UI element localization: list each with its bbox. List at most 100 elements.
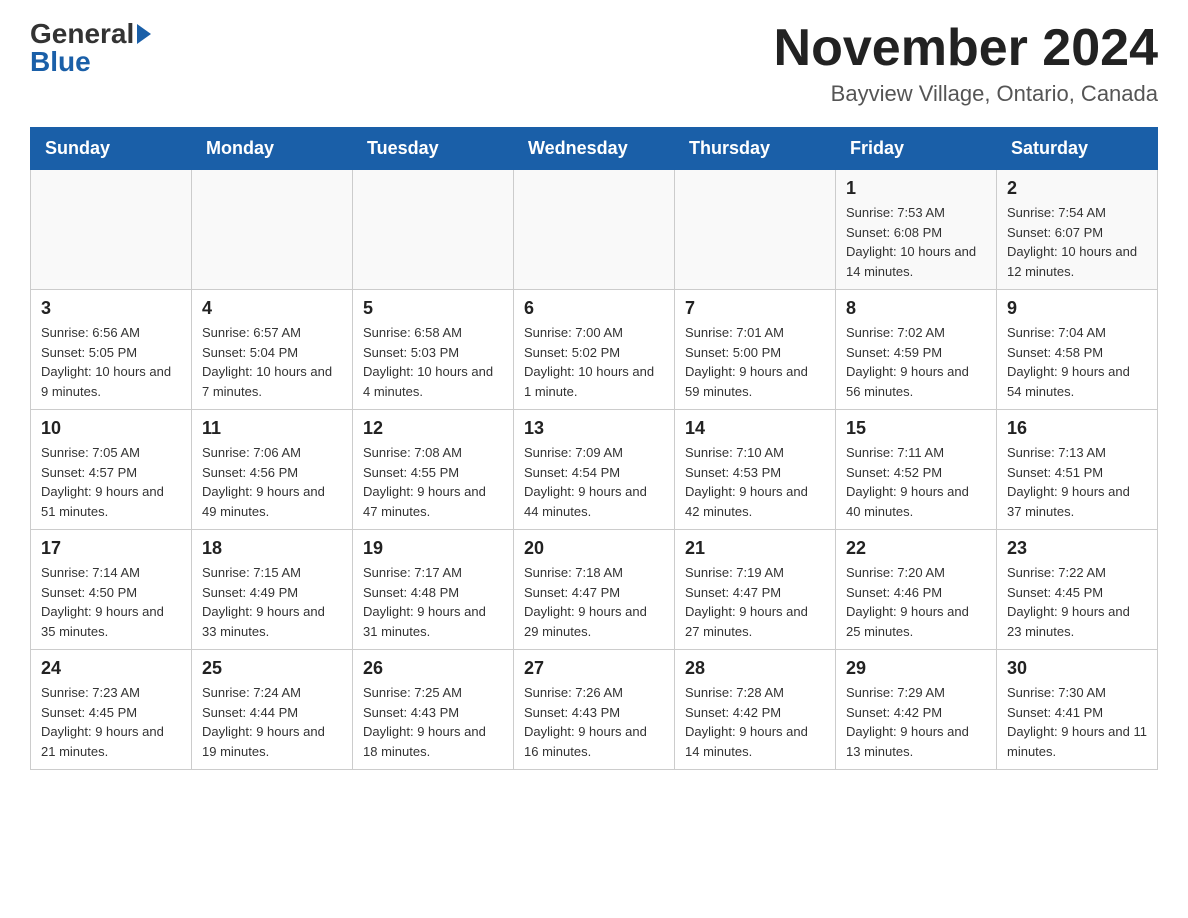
calendar-cell: 27 Sunrise: 7:26 AMSunset: 4:43 PMDayligh… (514, 650, 675, 770)
location-subtitle: Bayview Village, Ontario, Canada (774, 81, 1158, 107)
calendar-cell: 3 Sunrise: 6:56 AMSunset: 5:05 PMDaylight… (31, 290, 192, 410)
calendar-cell: 14Sunrise: 7:10 AMSunset: 4:53 PMDayligh… (675, 410, 836, 530)
day-info: Sunrise: 7:11 AMSunset: 4:52 PMDaylight:… (846, 443, 986, 521)
calendar-cell: 16 Sunrise: 7:13 AMSunset: 4:51 PMDayligh… (997, 410, 1158, 530)
day-info: Sunrise: 7:26 AMSunset: 4:43 PMDaylight:… (524, 683, 664, 761)
calendar-cell: 18Sunrise: 7:15 AMSunset: 4:49 PMDayligh… (192, 530, 353, 650)
day-number: 25 (202, 658, 342, 679)
day-info: Sunrise: 7:24 AMSunset: 4:44 PMDaylight:… (202, 683, 342, 761)
day-number: 23 (1007, 538, 1147, 559)
day-number: 1 (846, 178, 986, 199)
calendar-cell: 29 Sunrise: 7:29 AMSunset: 4:42 PMDayligh… (836, 650, 997, 770)
calendar-cell: 21 Sunrise: 7:19 AMSunset: 4:47 PMDayligh… (675, 530, 836, 650)
calendar-cell: 23Sunrise: 7:22 AMSunset: 4:45 PMDayligh… (997, 530, 1158, 650)
day-info: Sunrise: 7:17 AMSunset: 4:48 PMDaylight:… (363, 563, 503, 641)
calendar-cell: 9Sunrise: 7:04 AMSunset: 4:58 PMDaylight… (997, 290, 1158, 410)
day-number: 14 (685, 418, 825, 439)
day-number: 5 (363, 298, 503, 319)
day-number: 16 (1007, 418, 1147, 439)
weekday-wednesday: Wednesday (514, 128, 675, 170)
day-info: Sunrise: 7:29 AMSunset: 4:42 PMDaylight:… (846, 683, 986, 761)
day-info: Sunrise: 7:00 AMSunset: 5:02 PMDaylight:… (524, 323, 664, 401)
day-number: 8 (846, 298, 986, 319)
day-number: 11 (202, 418, 342, 439)
day-info: Sunrise: 7:01 AMSunset: 5:00 PMDaylight:… (685, 323, 825, 401)
day-info: Sunrise: 7:14 AMSunset: 4:50 PMDaylight:… (41, 563, 181, 641)
weekday-sunday: Sunday (31, 128, 192, 170)
calendar-cell: 5 Sunrise: 6:58 AMSunset: 5:03 PMDaylight… (353, 290, 514, 410)
calendar-cell: 11 Sunrise: 7:06 AMSunset: 4:56 PMDayligh… (192, 410, 353, 530)
day-number: 10 (41, 418, 181, 439)
calendar-cell: 13 Sunrise: 7:09 AMSunset: 4:54 PMDayligh… (514, 410, 675, 530)
day-number: 4 (202, 298, 342, 319)
calendar-cell: 12 Sunrise: 7:08 AMSunset: 4:55 PMDayligh… (353, 410, 514, 530)
week-row-5: 24 Sunrise: 7:23 AMSunset: 4:45 PMDayligh… (31, 650, 1158, 770)
day-info: Sunrise: 7:09 AMSunset: 4:54 PMDaylight:… (524, 443, 664, 521)
week-row-3: 10 Sunrise: 7:05 AMSunset: 4:57 PMDayligh… (31, 410, 1158, 530)
day-number: 26 (363, 658, 503, 679)
calendar-cell: 26 Sunrise: 7:25 AMSunset: 4:43 PMDayligh… (353, 650, 514, 770)
title-area: November 2024 Bayview Village, Ontario, … (774, 20, 1158, 107)
calendar-cell: 7 Sunrise: 7:01 AMSunset: 5:00 PMDaylight… (675, 290, 836, 410)
day-info: Sunrise: 7:06 AMSunset: 4:56 PMDaylight:… (202, 443, 342, 521)
month-title: November 2024 (774, 20, 1158, 77)
day-number: 7 (685, 298, 825, 319)
week-row-4: 17 Sunrise: 7:14 AMSunset: 4:50 PMDayligh… (31, 530, 1158, 650)
logo: General Blue (30, 20, 151, 76)
calendar-cell: 22 Sunrise: 7:20 AMSunset: 4:46 PMDayligh… (836, 530, 997, 650)
day-number: 20 (524, 538, 664, 559)
calendar-cell: 25 Sunrise: 7:24 AMSunset: 4:44 PMDayligh… (192, 650, 353, 770)
day-number: 15 (846, 418, 986, 439)
day-number: 22 (846, 538, 986, 559)
day-info: Sunrise: 7:15 AMSunset: 4:49 PMDaylight:… (202, 563, 342, 641)
day-number: 9 (1007, 298, 1147, 319)
day-info: Sunrise: 7:23 AMSunset: 4:45 PMDaylight:… (41, 683, 181, 761)
weekday-header-row: SundayMondayTuesdayWednesdayThursdayFrid… (31, 128, 1158, 170)
calendar-cell: 2Sunrise: 7:54 AMSunset: 6:07 PMDaylight… (997, 170, 1158, 290)
day-number: 3 (41, 298, 181, 319)
day-number: 29 (846, 658, 986, 679)
day-number: 2 (1007, 178, 1147, 199)
day-info: Sunrise: 7:30 AMSunset: 4:41 PMDaylight:… (1007, 683, 1147, 761)
day-info: Sunrise: 7:18 AMSunset: 4:47 PMDaylight:… (524, 563, 664, 641)
day-number: 21 (685, 538, 825, 559)
day-info: Sunrise: 6:58 AMSunset: 5:03 PMDaylight:… (363, 323, 503, 401)
day-number: 28 (685, 658, 825, 679)
day-info: Sunrise: 7:13 AMSunset: 4:51 PMDaylight:… (1007, 443, 1147, 521)
day-info: Sunrise: 7:25 AMSunset: 4:43 PMDaylight:… (363, 683, 503, 761)
calendar-cell: 6Sunrise: 7:00 AMSunset: 5:02 PMDaylight… (514, 290, 675, 410)
calendar-cell: 17 Sunrise: 7:14 AMSunset: 4:50 PMDayligh… (31, 530, 192, 650)
logo-arrow-icon (137, 24, 151, 44)
week-row-2: 3 Sunrise: 6:56 AMSunset: 5:05 PMDaylight… (31, 290, 1158, 410)
week-row-1: 1 Sunrise: 7:53 AMSunset: 6:08 PMDaylight… (31, 170, 1158, 290)
weekday-friday: Friday (836, 128, 997, 170)
day-info: Sunrise: 7:08 AMSunset: 4:55 PMDaylight:… (363, 443, 503, 521)
day-info: Sunrise: 7:02 AMSunset: 4:59 PMDaylight:… (846, 323, 986, 401)
day-number: 12 (363, 418, 503, 439)
day-info: Sunrise: 7:19 AMSunset: 4:47 PMDaylight:… (685, 563, 825, 641)
calendar-cell (31, 170, 192, 290)
calendar-table: SundayMondayTuesdayWednesdayThursdayFrid… (30, 127, 1158, 770)
calendar-cell: 10 Sunrise: 7:05 AMSunset: 4:57 PMDayligh… (31, 410, 192, 530)
logo-blue-text: Blue (30, 48, 91, 76)
day-info: Sunrise: 6:57 AMSunset: 5:04 PMDaylight:… (202, 323, 342, 401)
day-number: 30 (1007, 658, 1147, 679)
day-info: Sunrise: 7:53 AMSunset: 6:08 PMDaylight:… (846, 203, 986, 281)
day-info: Sunrise: 7:28 AMSunset: 4:42 PMDaylight:… (685, 683, 825, 761)
day-number: 27 (524, 658, 664, 679)
day-info: Sunrise: 6:56 AMSunset: 5:05 PMDaylight:… (41, 323, 181, 401)
logo-general-text: General (30, 20, 134, 48)
calendar-cell (675, 170, 836, 290)
day-info: Sunrise: 7:05 AMSunset: 4:57 PMDaylight:… (41, 443, 181, 521)
weekday-thursday: Thursday (675, 128, 836, 170)
day-number: 13 (524, 418, 664, 439)
day-info: Sunrise: 7:20 AMSunset: 4:46 PMDaylight:… (846, 563, 986, 641)
calendar-body: 1 Sunrise: 7:53 AMSunset: 6:08 PMDaylight… (31, 170, 1158, 770)
calendar-header: SundayMondayTuesdayWednesdayThursdayFrid… (31, 128, 1158, 170)
day-number: 24 (41, 658, 181, 679)
calendar-cell (353, 170, 514, 290)
calendar-cell: 20 Sunrise: 7:18 AMSunset: 4:47 PMDayligh… (514, 530, 675, 650)
calendar-cell (514, 170, 675, 290)
day-number: 17 (41, 538, 181, 559)
calendar-cell: 8 Sunrise: 7:02 AMSunset: 4:59 PMDaylight… (836, 290, 997, 410)
